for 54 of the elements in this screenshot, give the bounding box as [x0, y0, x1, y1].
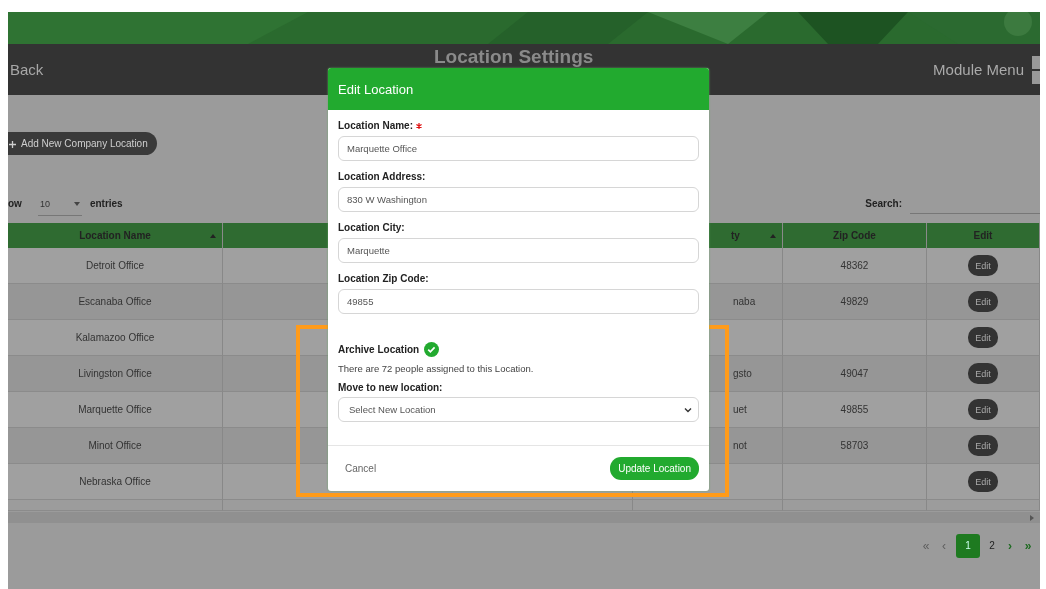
table-cell: Nebraska Office	[8, 464, 223, 500]
table-cell: Kalamazoo Office	[8, 320, 223, 356]
table-cell: Detroit Office	[8, 248, 223, 284]
pagination-button[interactable]: 2	[986, 534, 998, 558]
module-menu-button[interactable]: Module Menu	[933, 61, 1024, 78]
chevron-icon[interactable]	[684, 406, 692, 413]
show-label: ow	[8, 197, 22, 209]
table-cell: Marquette Office	[8, 392, 223, 428]
table-cell: Escanaba Office	[8, 284, 223, 320]
field-label: Location Zip Code:	[338, 273, 429, 284]
field-label: Location Address:	[338, 171, 426, 182]
grid-icon[interactable]	[1032, 55, 1040, 84]
edit-button[interactable]: Edit	[968, 399, 998, 420]
plus-icon[interactable]	[9, 140, 16, 148]
table-cell: 49855	[783, 392, 927, 428]
table-cell: Livingston Office	[8, 356, 223, 392]
archive-note: There are 72 people assigned to this Location.	[338, 363, 535, 374]
cancel-button[interactable]: Cancel	[345, 463, 377, 474]
page-title: Location Settings	[434, 46, 594, 68]
back-link[interactable]: Back	[10, 61, 44, 78]
scroll-arrow-icon[interactable]	[1030, 514, 1034, 521]
edit-button[interactable]: Edit	[968, 363, 998, 384]
pagination-button[interactable]: 1	[956, 534, 980, 558]
archive-label: Archive Location	[338, 344, 420, 355]
input-field[interactable]: Marquette	[338, 238, 699, 263]
search-label: Search:	[865, 197, 902, 209]
table-cell: 49047	[783, 356, 927, 392]
sort-arrow-icon[interactable]	[210, 234, 216, 238]
dialog-title: Edit Location	[338, 81, 414, 97]
input-field[interactable]: 49855	[338, 289, 699, 314]
update-location-button[interactable]: Update Location	[610, 457, 699, 480]
horizontal-scrollbar[interactable]	[8, 512, 1040, 523]
field-label: Move to new location:	[338, 382, 444, 393]
sort-arrow-icon[interactable]	[770, 234, 776, 238]
table-cell: 58703	[783, 428, 927, 464]
edit-button[interactable]: Edit	[968, 255, 998, 276]
page-size-select[interactable]: 10	[37, 196, 82, 216]
field-label: Location Name:	[338, 120, 413, 131]
location-select[interactable]: Select New Location	[338, 397, 699, 422]
edit-button[interactable]: Edit	[968, 291, 998, 312]
entries-label: entries	[89, 197, 123, 209]
check-icon[interactable]	[424, 342, 440, 357]
table-cell: 48362	[783, 248, 927, 284]
field-label: Location City:	[338, 222, 405, 233]
edit-button[interactable]: Edit	[968, 327, 998, 348]
table-cell: Minot Office	[8, 428, 223, 464]
input-field[interactable]: 830 W Washington	[338, 187, 699, 212]
required-icon	[416, 122, 422, 129]
table-cell: 49829	[783, 284, 927, 320]
input-field[interactable]: Marquette Office	[338, 136, 699, 161]
add-location-button[interactable]: Add New Company Location	[8, 132, 157, 155]
edit-button[interactable]: Edit	[968, 471, 998, 492]
edit-button[interactable]: Edit	[968, 435, 998, 456]
dropdown-arrow-icon[interactable]	[73, 201, 80, 206]
